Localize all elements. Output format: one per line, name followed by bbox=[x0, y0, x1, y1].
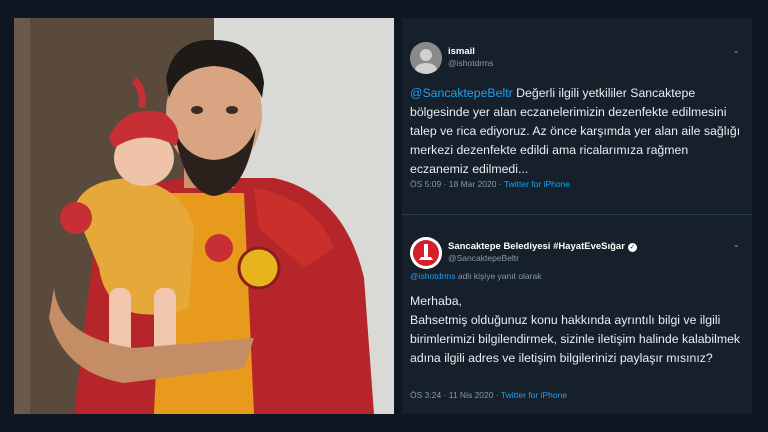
tweet-greeting: Merhaba, bbox=[410, 294, 462, 308]
tweet-text: Merhaba, Bahsetmiş olduğunuz konu hakkınd… bbox=[410, 292, 746, 368]
tweet-time[interactable]: ÖS 5:09 bbox=[410, 179, 441, 189]
meta-separator: · bbox=[493, 390, 501, 400]
photo-illustration bbox=[14, 18, 394, 414]
tweet-text: @SancaktepeBeltr Değerli ilgili yetkilil… bbox=[410, 84, 746, 179]
tweet-date[interactable]: 18 Mar 2020 bbox=[449, 179, 497, 189]
author-handle[interactable]: @ishotdrms bbox=[448, 58, 493, 68]
tweet-body: Bahsetmiş olduğunuz konu hakkında ayrınt… bbox=[410, 313, 741, 365]
tweet-reply[interactable]: Sancaktepe Belediyesi #HayatEveSığar ✓ @S… bbox=[402, 215, 752, 413]
author-name[interactable]: Sancaktepe Belediyesi #HayatEveSığar ✓ bbox=[448, 241, 637, 252]
meta-separator: · bbox=[441, 179, 449, 189]
chevron-down-icon[interactable]: ⌄ bbox=[732, 239, 740, 250]
author-handle[interactable]: @SancaktepeBeltr bbox=[448, 253, 519, 263]
tweet-time[interactable]: ÖS 3:24 bbox=[410, 390, 441, 400]
tweet-meta: ÖS 3:24 · 11 Nis 2020 · Twitter for iPho… bbox=[410, 390, 567, 400]
tweet-source[interactable]: Twitter for iPhone bbox=[501, 390, 567, 400]
tweet-photo bbox=[14, 18, 394, 414]
tweet-date[interactable]: 11 Nis 2020 bbox=[449, 390, 494, 400]
tweet-original[interactable]: ismail @ishotdrms ⌄ @SancaktepeBeltr Değ… bbox=[402, 18, 752, 214]
reply-mention-link[interactable]: @ishotdrms bbox=[410, 271, 455, 281]
reply-suffix: adlı kişiye yanıt olarak bbox=[455, 271, 542, 281]
user-avatar[interactable] bbox=[410, 237, 442, 269]
user-avatar[interactable] bbox=[410, 42, 442, 74]
author-name[interactable]: ismail bbox=[448, 46, 475, 57]
tweet-meta: ÖS 5:09 · 18 Mar 2020 · Twitter for iPho… bbox=[410, 179, 570, 189]
chevron-down-icon[interactable]: ⌄ bbox=[732, 45, 740, 56]
author-name-text: Sancaktepe Belediyesi #HayatEveSığar bbox=[448, 241, 625, 252]
replying-to: @ishotdrms adlı kişiye yanıt olarak bbox=[410, 271, 541, 281]
mention-link[interactable]: @SancaktepeBeltr bbox=[410, 86, 513, 100]
tweet-panel: ismail @ishotdrms ⌄ @SancaktepeBeltr Değ… bbox=[402, 18, 752, 414]
meta-separator: · bbox=[441, 390, 449, 400]
meta-separator: · bbox=[496, 179, 504, 189]
verified-badge-icon: ✓ bbox=[627, 243, 637, 252]
tweet-source[interactable]: Twitter for iPhone bbox=[504, 179, 570, 189]
